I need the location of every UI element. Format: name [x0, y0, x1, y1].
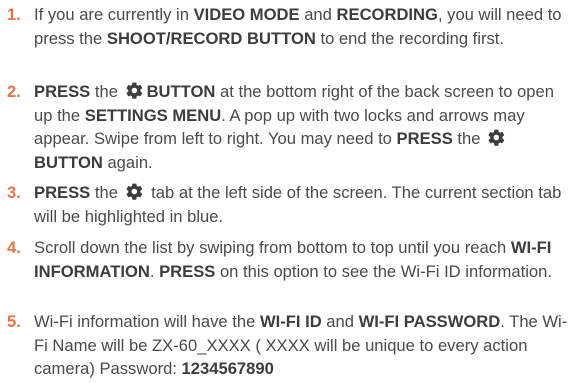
- text-run: Wi-Fi information will have the: [34, 312, 260, 331]
- bold-term: PRESS: [34, 183, 91, 202]
- bold-term: PRESS: [159, 261, 216, 281]
- gear-icon: [124, 81, 145, 100]
- gear-icon: [124, 182, 145, 201]
- text-run: the: [90, 183, 123, 202]
- text-run: on this option to see the Wi-Fi ID infor…: [215, 261, 552, 281]
- text-run: and: [299, 5, 337, 24]
- step-text: Scroll down the list by swiping from bot…: [34, 236, 574, 283]
- step-number: 4.: [7, 238, 21, 257]
- step-number: 1.: [7, 5, 21, 24]
- bold-term: BUTTON: [146, 82, 216, 101]
- text-run: the: [90, 82, 123, 101]
- step-number: 3.: [7, 183, 21, 202]
- bold-term: RECORDING: [336, 5, 438, 24]
- text-run: If you are currently in: [34, 5, 194, 24]
- text-run: Scroll down the list by swiping from bot…: [34, 238, 511, 257]
- bold-term: PRESS: [34, 82, 91, 101]
- bold-term: BUTTON: [34, 152, 103, 172]
- step-text: Wi-Fi information will have the WI-FI ID…: [34, 310, 574, 381]
- gear-icon: [486, 128, 507, 147]
- step-text: If you are currently in VIDEO MODE and R…: [34, 3, 574, 50]
- password-value: 1234567890: [181, 359, 274, 378]
- text-run: .: [149, 261, 160, 281]
- bold-term: WI-FI PASSWORD: [358, 312, 501, 331]
- bold-term: SHOOT/RECORD BUTTON: [106, 28, 316, 48]
- text-run: and: [321, 312, 359, 331]
- bold-term: VIDEO MODE: [193, 5, 300, 24]
- step-text: PRESS the tab at the left side of the sc…: [34, 181, 574, 228]
- text-run: to end the recording first.: [315, 28, 505, 48]
- step-number: 5.: [7, 312, 21, 331]
- bold-term: WI-FI ID: [259, 312, 322, 331]
- bold-term: SETTINGS MENU: [84, 105, 222, 125]
- text-run: again.: [102, 152, 153, 172]
- step-text: PRESS the BUTTON at the bottom right of …: [34, 80, 574, 174]
- bold-term: PRESS: [396, 129, 453, 148]
- text-run: the: [452, 129, 486, 148]
- step-number: 2.: [7, 82, 21, 101]
